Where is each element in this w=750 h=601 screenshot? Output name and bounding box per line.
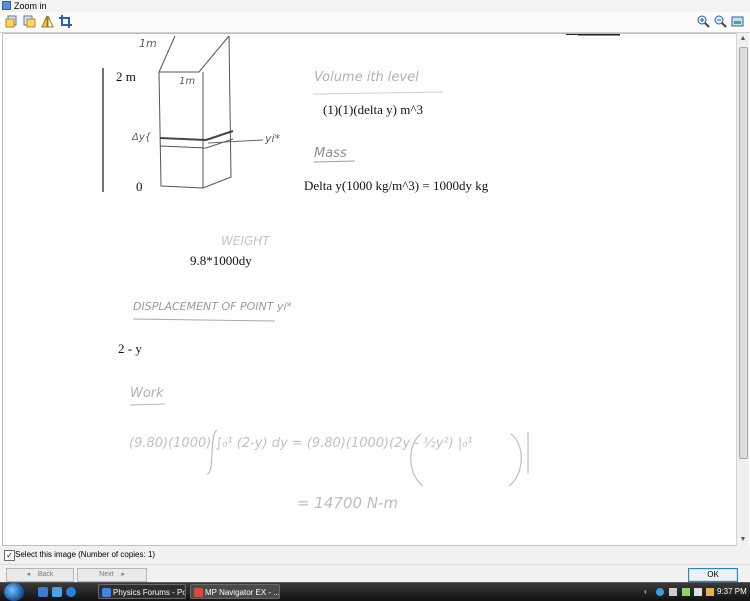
back-label: Back — [37, 571, 54, 578]
navigation-row: ◂ Back Next ▸ OK — [0, 564, 750, 583]
next-label: Next — [99, 571, 114, 578]
yi-star-label: yi* — [265, 132, 281, 145]
rotate-right-icon[interactable] — [22, 14, 37, 29]
scroll-up-icon[interactable]: ▲ — [737, 33, 749, 45]
work-heading: Work — [130, 386, 164, 401]
delta-y-label: Δy{ — [132, 132, 152, 143]
switch-windows-icon[interactable] — [52, 587, 62, 597]
scroll-down-icon[interactable]: ▼ — [737, 534, 749, 546]
clock: 9:37 PM — [717, 587, 747, 596]
mass-text: Delta y(1000 kg/m^3) = 1000dy kg — [304, 178, 489, 193]
mass-heading: Mass — [314, 146, 347, 161]
volume-icon[interactable] — [694, 588, 702, 596]
show-desktop-icon[interactable] — [38, 587, 48, 597]
monitor-icon[interactable] — [682, 588, 690, 596]
zoom-in-icon[interactable] — [696, 14, 711, 29]
back-button[interactable]: ◂ Back — [6, 568, 74, 582]
scroll-thumb[interactable] — [739, 47, 748, 459]
vertical-scrollbar[interactable]: ▲ ▼ — [736, 33, 749, 546]
taskbar: Physics Forums - Po... MP Navigator EX -… — [0, 582, 750, 601]
start-button[interactable] — [4, 583, 24, 601]
browser-icon — [102, 588, 111, 597]
displacement-text: 2 - y — [118, 341, 142, 356]
app-icon — [2, 1, 11, 10]
internet-explorer-icon[interactable] — [66, 587, 76, 597]
network-icon[interactable] — [656, 588, 664, 596]
work-integral: (9.80)(1000) ∫₀¹ (2-y) dy = (9.80)(1000)… — [129, 436, 473, 451]
select-image-label: Select this image (Number of copies: 1) — [15, 550, 156, 559]
zoom-out-icon[interactable] — [713, 14, 728, 29]
rotate-left-icon[interactable] — [4, 14, 19, 29]
full-screen-icon[interactable] — [730, 14, 745, 29]
label-2m: 2 m — [116, 69, 136, 84]
task-mp-navigator[interactable]: MP Navigator EX - ... — [190, 584, 280, 599]
display-icon[interactable] — [669, 588, 677, 596]
scanner-app-icon — [194, 588, 203, 597]
volume-text: (1)(1)(delta y) m^3 — [323, 102, 423, 117]
image-viewport[interactable]: 1m 1m Δy{ yi* 2 m 0 Volume ith level (1)… — [2, 33, 738, 546]
displacement-heading: DISPLACEMENT OF POINT yi* — [133, 300, 293, 313]
task-label: MP Navigator EX - ... — [205, 588, 280, 597]
weight-heading: WEIGHT — [221, 234, 270, 248]
toolbar — [0, 12, 750, 33]
select-row: ✓ Select this image (Number of copies: 1… — [0, 546, 750, 564]
task-physics-forums[interactable]: Physics Forums - Po... — [98, 584, 186, 599]
weight-text: 9.8*1000dy — [190, 253, 252, 268]
dim-1m-top: 1m — [139, 37, 157, 50]
dim-1m-bottom: 1m — [179, 76, 196, 87]
work-result: = 14700 N-m — [297, 494, 399, 512]
security-icon[interactable] — [706, 588, 714, 596]
ok-button[interactable]: OK — [688, 568, 738, 582]
task-label: Physics Forums - Po... — [113, 588, 186, 597]
tray-arrow-icon[interactable]: ‹ — [644, 588, 652, 596]
crop-icon[interactable] — [58, 14, 73, 29]
next-button[interactable]: Next ▸ — [77, 568, 147, 582]
mirror-icon[interactable] — [40, 14, 55, 29]
window-title: Zoom in — [14, 1, 47, 11]
label-0: 0 — [136, 179, 143, 194]
select-image-checkbox[interactable]: ✓ — [4, 550, 15, 561]
volume-heading: Volume ith level — [314, 70, 419, 85]
